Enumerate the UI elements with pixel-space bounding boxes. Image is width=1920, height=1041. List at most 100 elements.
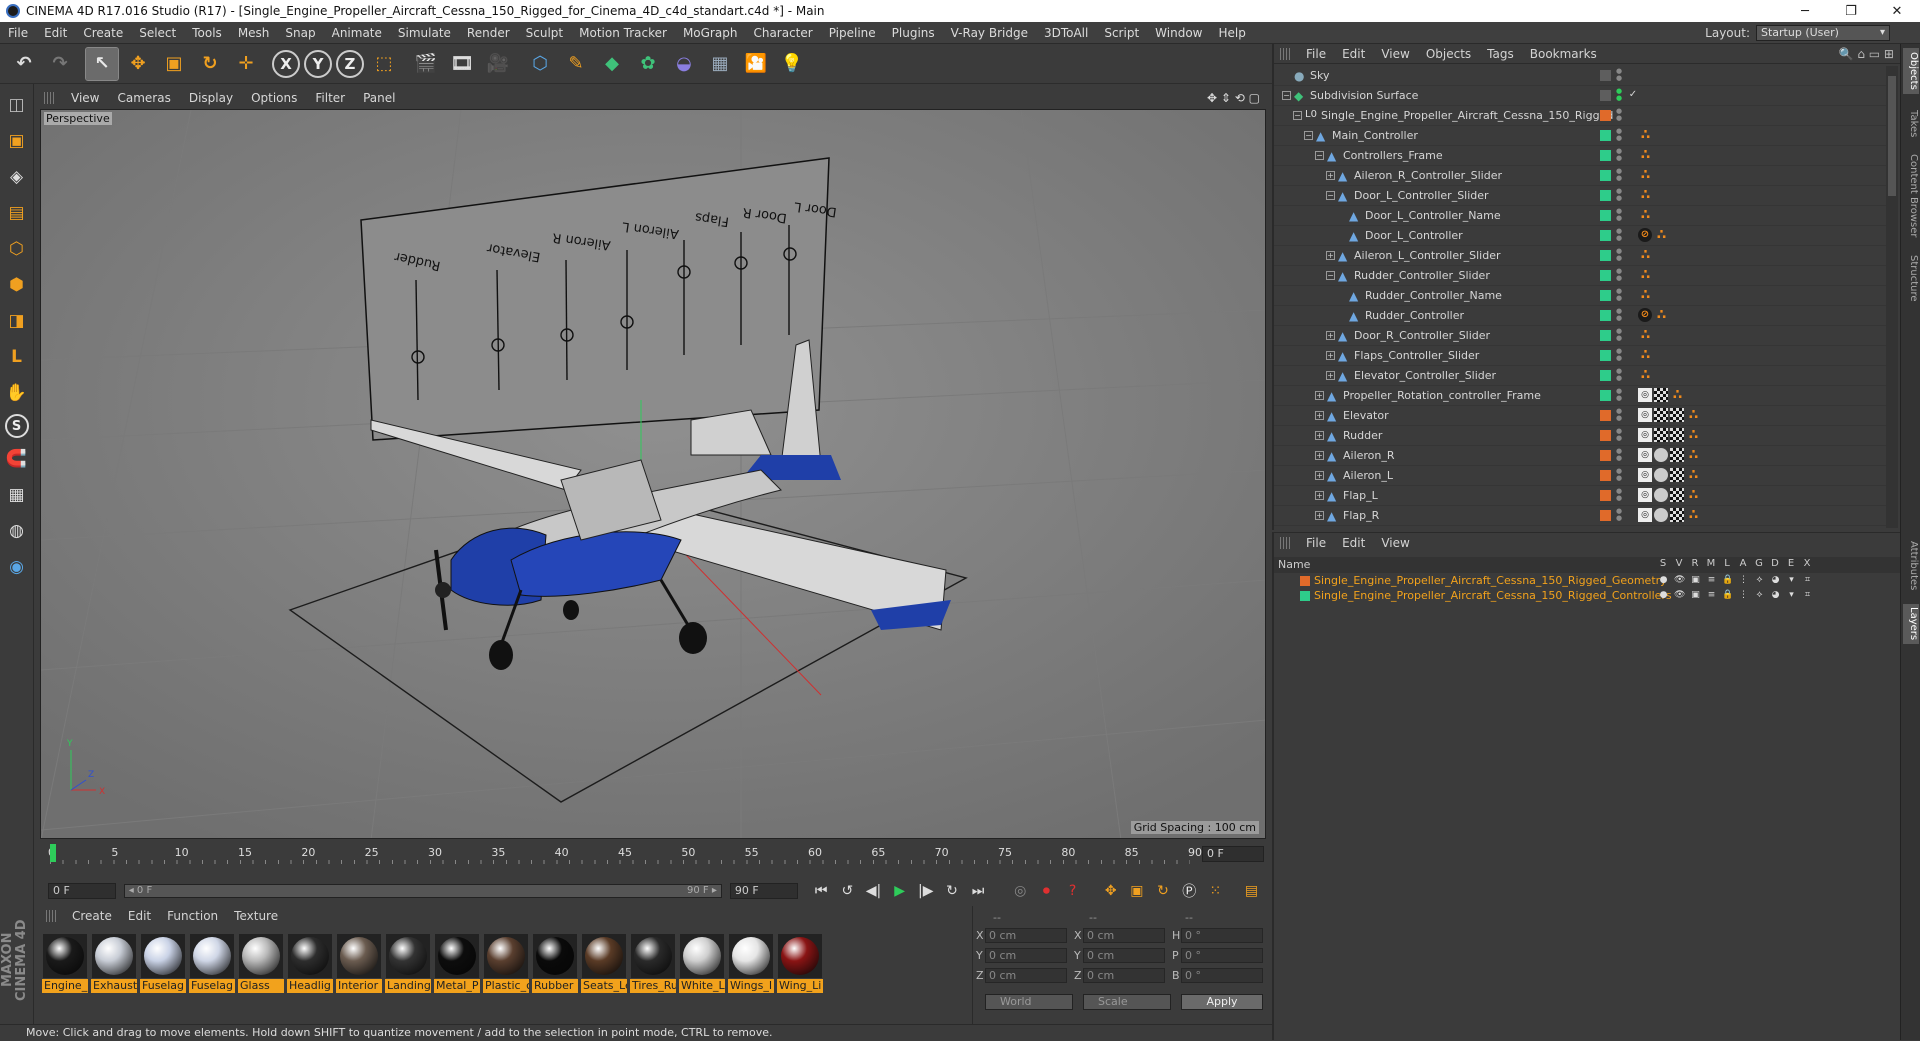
- texture-tag-icon[interactable]: [1670, 428, 1684, 442]
- expression-tag-icon[interactable]: ◎: [1638, 508, 1652, 522]
- menu-character[interactable]: Character: [745, 26, 820, 40]
- end-frame-field[interactable]: 90 F: [729, 883, 798, 899]
- menu-render[interactable]: Render: [459, 26, 518, 40]
- menu-3dtoall[interactable]: 3DToAll: [1036, 26, 1096, 40]
- generator-icon[interactable]: ⟡: [1754, 590, 1765, 601]
- xpresso-tag-icon[interactable]: ∴: [1638, 208, 1652, 222]
- visibility-dots-icon[interactable]: ● ●: [1616, 328, 1622, 342]
- xpresso-tag-icon[interactable]: ∴: [1638, 288, 1652, 302]
- visibility-dots-icon[interactable]: ● ●: [1616, 188, 1622, 202]
- object-row[interactable]: + ▲ Aileron_R_Controller_Slider ● ● ∴: [1274, 166, 1886, 186]
- object-row[interactable]: + ▲ Aileron_L_Controller_Slider ● ● ∴: [1274, 246, 1886, 266]
- timeline-playhead[interactable]: [50, 844, 56, 862]
- generator-icon[interactable]: ⟡: [1754, 575, 1765, 586]
- tab-structure[interactable]: Structure: [1903, 250, 1919, 306]
- layer-color-swatch[interactable]: [1600, 510, 1611, 521]
- layer-color-swatch[interactable]: [1600, 430, 1611, 441]
- go-to-start-button[interactable]: ⏮: [810, 879, 833, 903]
- menu-mograph[interactable]: MoGraph: [675, 26, 746, 40]
- model-mode-icon[interactable]: ▣: [2, 126, 32, 156]
- play-button[interactable]: ▶: [888, 879, 911, 903]
- enabled-check-icon[interactable]: ✓: [1626, 88, 1640, 102]
- menu-edit[interactable]: Edit: [36, 26, 75, 40]
- layer-color-swatch[interactable]: [1600, 450, 1611, 461]
- layer-color-swatch[interactable]: [1600, 490, 1611, 501]
- layer-color-swatch[interactable]: [1300, 576, 1310, 586]
- expand-icon[interactable]: +: [1326, 251, 1335, 260]
- expand-icon[interactable]: +: [1315, 391, 1324, 400]
- undo-button[interactable]: ↶: [8, 48, 40, 80]
- menu-vray-bridge[interactable]: V-Ray Bridge: [943, 26, 1036, 40]
- material-swatch[interactable]: Headlig: [287, 934, 333, 993]
- layer-color-swatch[interactable]: [1600, 350, 1611, 361]
- xpresso-tag-icon[interactable]: ∴: [1638, 168, 1652, 182]
- rotate-tool[interactable]: ↻: [194, 48, 226, 80]
- lock-icon[interactable]: 🔒: [1722, 575, 1733, 586]
- move-tool[interactable]: ✥: [122, 48, 154, 80]
- collapse-icon[interactable]: −: [1315, 151, 1324, 160]
- object-row[interactable]: + ▲ Elevator_Controller_Slider ● ● ∴: [1274, 366, 1886, 386]
- objects-menu-objects[interactable]: Objects: [1418, 47, 1479, 61]
- object-manager-tool-icons[interactable]: 🔍 ⌂ ▭ ⊞: [1839, 47, 1900, 61]
- size-y-field[interactable]: 0 cm: [1083, 947, 1165, 963]
- layer-color-swatch[interactable]: [1600, 190, 1611, 201]
- x-axis-lock[interactable]: X: [272, 49, 300, 78]
- object-row[interactable]: + ▲ Propeller_Rotation_controller_Frame ● ● ◎…: [1274, 386, 1886, 406]
- key-pla-icon[interactable]: ⁙: [1204, 879, 1227, 903]
- menu-window[interactable]: Window: [1147, 26, 1210, 40]
- manager-icon[interactable]: ≡: [1706, 575, 1717, 586]
- xpresso-tag-icon[interactable]: ∴: [1686, 408, 1700, 422]
- material-swatch[interactable]: Interior: [336, 934, 382, 993]
- xpresso-tag-icon[interactable]: ∴: [1654, 228, 1668, 242]
- expression-tag-icon[interactable]: ◎: [1638, 488, 1652, 502]
- y-axis-lock[interactable]: Y: [304, 49, 332, 78]
- timeline-ruler[interactable]: 051015202530354045505560657075808590 0 F: [40, 842, 1266, 876]
- layer-color-swatch[interactable]: [1600, 90, 1611, 101]
- solo-mode-icon[interactable]: S: [4, 414, 29, 438]
- close-button[interactable]: ✕: [1874, 0, 1920, 22]
- object-row[interactable]: − ▲ Main_Controller ● ● ∴: [1274, 126, 1886, 146]
- material-swatch[interactable]: Wing_Li: [777, 934, 823, 993]
- object-row[interactable]: + ▲ Aileron_L ● ● ◎ ∴: [1274, 466, 1886, 486]
- rotation-h-field[interactable]: 0 °: [1181, 927, 1263, 943]
- key-position-icon[interactable]: ✥: [1099, 879, 1122, 903]
- object-row[interactable]: − ◆ Subdivision Surface ● ● ✓: [1274, 86, 1886, 106]
- viewport-menu-display[interactable]: Display: [180, 91, 242, 105]
- viewport-menu-options[interactable]: Options: [242, 91, 306, 105]
- xpresso-tag-icon[interactable]: ∴: [1638, 348, 1652, 362]
- layer-color-swatch[interactable]: [1300, 591, 1310, 601]
- solo-icon[interactable]: ●: [1658, 575, 1669, 586]
- material-swatch[interactable]: Metal_P: [434, 934, 480, 993]
- cloner-button[interactable]: ✿: [632, 48, 664, 80]
- material-swatch[interactable]: Tires_Ru: [630, 934, 676, 993]
- object-row[interactable]: + ▲ Aileron_R ● ● ◎ ∴: [1274, 446, 1886, 466]
- solo-icon[interactable]: ●: [1658, 590, 1669, 601]
- texture-tag-icon[interactable]: [1670, 408, 1684, 422]
- visibility-dots-icon[interactable]: ● ●: [1616, 428, 1622, 442]
- xref-icon[interactable]: ⌗: [1802, 590, 1813, 601]
- camera-button[interactable]: 🎦: [740, 48, 772, 80]
- layers-menu-edit[interactable]: Edit: [1334, 536, 1373, 550]
- xpresso-tag-icon[interactable]: ∴: [1638, 148, 1652, 162]
- expression-tag-icon[interactable]: ◎: [1638, 388, 1652, 402]
- object-row[interactable]: − ▲ Rudder_Controller_Slider ● ● ∴: [1274, 266, 1886, 286]
- collapse-icon[interactable]: −: [1326, 271, 1335, 280]
- layer-color-swatch[interactable]: [1600, 150, 1611, 161]
- layer-color-swatch[interactable]: [1600, 270, 1611, 281]
- visible-icon[interactable]: 👁: [1674, 575, 1685, 586]
- objects-menu-tags[interactable]: Tags: [1479, 47, 1522, 61]
- layer-color-swatch[interactable]: [1600, 370, 1611, 381]
- size-x-field[interactable]: 0 cm: [1083, 927, 1165, 943]
- visibility-dots-icon[interactable]: ● ●: [1616, 348, 1622, 362]
- visibility-dots-icon[interactable]: ● ●: [1616, 288, 1622, 302]
- xref-icon[interactable]: ⌗: [1802, 575, 1813, 586]
- deformer-button[interactable]: ◒: [668, 48, 700, 80]
- live-selection-tool[interactable]: ↖: [85, 46, 119, 81]
- record-keyframe-icon[interactable]: ⏺: [1035, 879, 1058, 903]
- viewport-menu-panel[interactable]: Panel: [354, 91, 404, 105]
- object-row[interactable]: − ▲ Door_L_Controller_Slider ● ● ∴: [1274, 186, 1886, 206]
- next-frame-button[interactable]: |▶: [914, 879, 937, 903]
- layer-color-swatch[interactable]: [1600, 290, 1611, 301]
- coordinate-space-dropdown[interactable]: World: [985, 994, 1073, 1010]
- render-icon[interactable]: ▣: [1690, 590, 1701, 601]
